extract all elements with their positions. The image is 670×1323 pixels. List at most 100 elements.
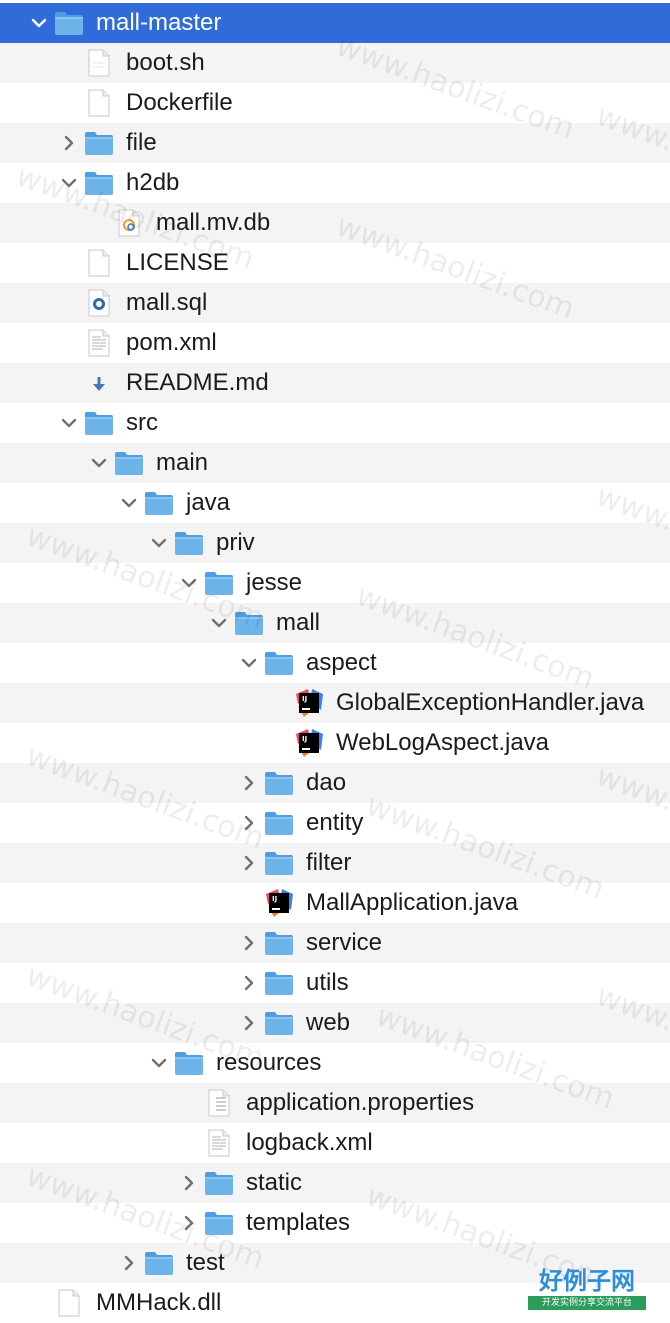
- tree-item-label: entity: [306, 809, 364, 836]
- tree-item-label: MallApplication.java: [306, 889, 519, 916]
- tree-row-static[interactable]: static: [0, 1163, 670, 1203]
- chevron-right-icon[interactable]: [240, 814, 258, 832]
- chevron-down-icon[interactable]: [150, 1054, 168, 1072]
- tree-row-src[interactable]: src: [0, 403, 670, 443]
- tree-row-weblogaspect-java[interactable]: IJ WebLogAspect.java: [0, 723, 670, 763]
- tree-item-label: web: [306, 1009, 351, 1036]
- document-file-icon: [84, 49, 114, 77]
- folder-icon: [144, 489, 174, 517]
- tree-item-label: dao: [306, 769, 347, 796]
- chevron-down-icon[interactable]: [210, 614, 228, 632]
- chevron-right-icon[interactable]: [240, 934, 258, 952]
- folder-icon: [204, 1169, 234, 1197]
- tree-item-label: Dockerfile: [126, 89, 233, 116]
- folder-icon: [114, 449, 144, 477]
- tree-row-priv[interactable]: priv: [0, 523, 670, 563]
- folder-icon: [84, 129, 114, 157]
- tree-row-pom-xml[interactable]: pom.xml: [0, 323, 670, 363]
- tree-row-java[interactable]: java: [0, 483, 670, 523]
- blank-file-icon: [84, 89, 114, 117]
- tree-row-h2db[interactable]: h2db: [0, 163, 670, 203]
- tree-item-label: java: [186, 489, 231, 516]
- tree-item-label: MMHack.dll: [96, 1289, 222, 1316]
- folder-icon: [204, 569, 234, 597]
- tree-item-label: pom.xml: [126, 329, 217, 356]
- tree-row-boot-sh[interactable]: boot.sh: [0, 43, 670, 83]
- tree-item-label: application.properties: [246, 1089, 475, 1116]
- chevron-right-icon[interactable]: [240, 974, 258, 992]
- folder-icon: [264, 809, 294, 837]
- folder-icon: [264, 849, 294, 877]
- tree-item-label: src: [126, 409, 158, 436]
- chevron-down-icon[interactable]: [60, 414, 78, 432]
- tree-item-label: logback.xml: [246, 1129, 373, 1156]
- tree-row-utils[interactable]: utils: [0, 963, 670, 1003]
- blank-file-icon: [54, 1289, 84, 1317]
- tree-row-application-properties[interactable]: application.properties: [0, 1083, 670, 1123]
- chevron-down-icon[interactable]: [120, 494, 138, 512]
- svg-text:IJ: IJ: [302, 735, 307, 743]
- watermark-logo: 好例子网 开发实例分享交流平台: [528, 1266, 646, 1316]
- folder-icon: [264, 929, 294, 957]
- tree-row-mall-master[interactable]: mall-master: [0, 3, 670, 43]
- chevron-down-icon[interactable]: [240, 654, 258, 672]
- intellij-java-file-icon: IJ: [264, 889, 294, 917]
- chevron-right-icon[interactable]: [180, 1174, 198, 1192]
- tree-item-label: service: [306, 929, 383, 956]
- tree-row-service[interactable]: service: [0, 923, 670, 963]
- tree-row-logback-xml[interactable]: logback.xml: [0, 1123, 670, 1163]
- chevron-down-icon[interactable]: [150, 534, 168, 552]
- tree-row-filter[interactable]: filter: [0, 843, 670, 883]
- chevron-down-icon[interactable]: [30, 14, 48, 32]
- chevron-right-icon[interactable]: [240, 774, 258, 792]
- tree-item-label: mall.sql: [126, 289, 208, 316]
- tree-item-label: mall.mv.db: [156, 209, 271, 236]
- chevron-right-icon[interactable]: [180, 1214, 198, 1232]
- intellij-java-file-icon: IJ: [294, 729, 324, 757]
- tree-item-label: GlobalExceptionHandler.java: [336, 689, 645, 716]
- tree-item-label: jesse: [246, 569, 303, 596]
- tree-row-jesse[interactable]: jesse: [0, 563, 670, 603]
- svg-text:IJ: IJ: [302, 695, 307, 703]
- tree-item-label: h2db: [126, 169, 180, 196]
- tree-row-mall-mv-db[interactable]: mall.mv.db: [0, 203, 670, 243]
- tree-row-mall[interactable]: mall: [0, 603, 670, 643]
- tree-row-main[interactable]: main: [0, 443, 670, 483]
- chevron-right-icon[interactable]: [120, 1254, 138, 1272]
- markdown-file-icon: [84, 369, 114, 397]
- tree-row-file[interactable]: file: [0, 123, 670, 163]
- tree-row-dockerfile[interactable]: Dockerfile: [0, 83, 670, 123]
- folder-icon: [174, 1049, 204, 1077]
- tree-row-dao[interactable]: dao: [0, 763, 670, 803]
- folder-icon: [84, 409, 114, 437]
- chevron-right-icon[interactable]: [60, 134, 78, 152]
- tree-row-web[interactable]: web: [0, 1003, 670, 1043]
- chevron-down-icon[interactable]: [90, 454, 108, 472]
- tree-row-templates[interactable]: templates: [0, 1203, 670, 1243]
- svg-text:IJ: IJ: [272, 895, 277, 903]
- tree-item-label: resources: [216, 1049, 322, 1076]
- tree-row-mall-sql[interactable]: mall.sql: [0, 283, 670, 323]
- tree-item-label: mall-master: [96, 9, 222, 36]
- tree-item-label: static: [246, 1169, 303, 1196]
- watermark-logo-title: 好例子网: [539, 1267, 635, 1295]
- folder-icon: [174, 529, 204, 557]
- chevron-down-icon[interactable]: [60, 174, 78, 192]
- chevron-down-icon[interactable]: [180, 574, 198, 592]
- chevron-right-icon[interactable]: [240, 854, 258, 872]
- tree-row-globalexceptionhandler-java[interactable]: IJ GlobalExceptionHandler.java: [0, 683, 670, 723]
- tree-row-resources[interactable]: resources: [0, 1043, 670, 1083]
- tree-item-label: boot.sh: [126, 49, 205, 76]
- tree-row-license[interactable]: LICENSE: [0, 243, 670, 283]
- properties-file-icon: [204, 1089, 234, 1117]
- sql-file-icon: [84, 289, 114, 317]
- tree-row-readme-md[interactable]: README.md: [0, 363, 670, 403]
- tree-item-label: LICENSE: [126, 249, 229, 276]
- folder-icon: [204, 1209, 234, 1237]
- tree-item-label: filter: [306, 849, 352, 876]
- tree-row-entity[interactable]: entity: [0, 803, 670, 843]
- chevron-right-icon[interactable]: [240, 1014, 258, 1032]
- tree-row-mallapplication-java[interactable]: IJ MallApplication.java: [0, 883, 670, 923]
- folder-icon: [264, 1009, 294, 1037]
- tree-row-aspect[interactable]: aspect: [0, 643, 670, 683]
